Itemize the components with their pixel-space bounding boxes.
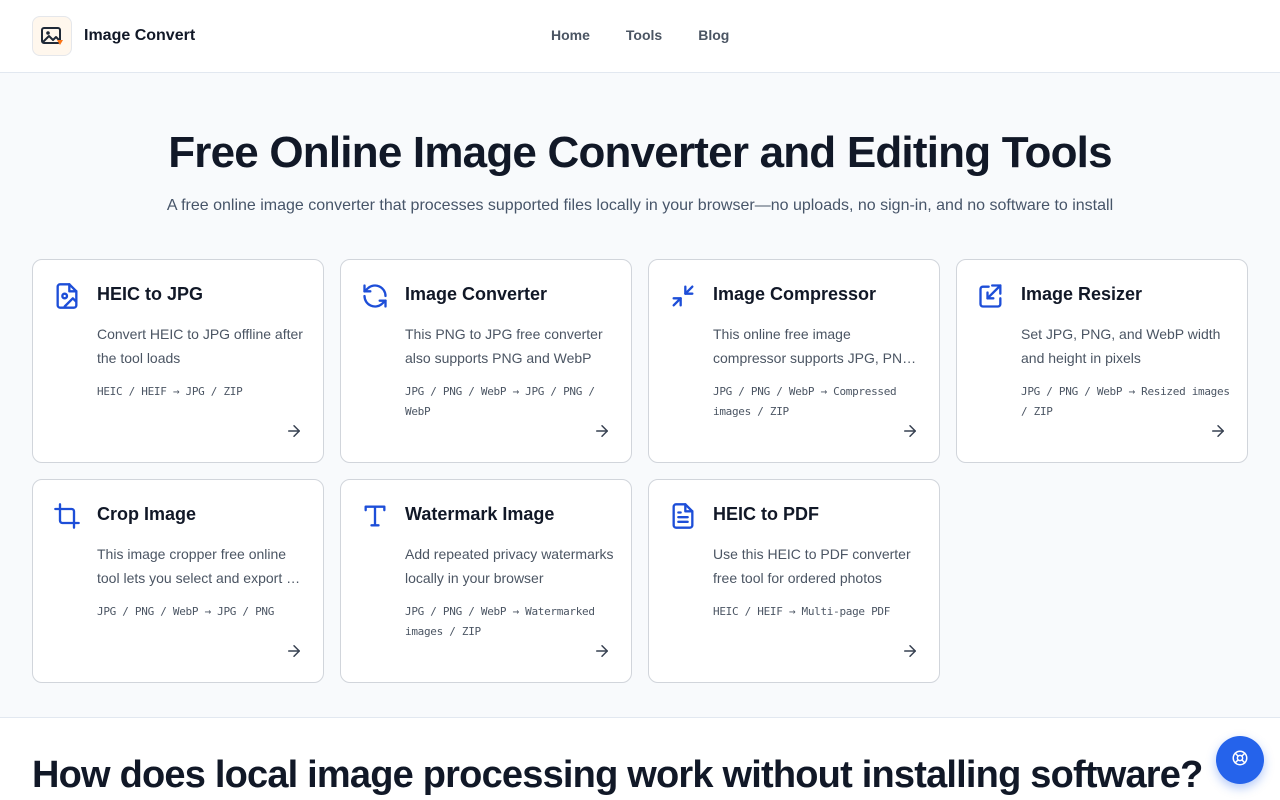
how-it-works-section: How does local image processing work wit… — [0, 717, 1280, 800]
tool-card-title: Watermark Image — [405, 504, 555, 524]
tool-card-watermark-image[interactable]: Watermark Image Add repeated privacy wat… — [340, 479, 632, 683]
file-image-icon — [53, 282, 81, 310]
nav-home-link[interactable]: Home — [551, 27, 590, 43]
lifebuoy-icon — [1231, 749, 1249, 772]
tool-card-title: Crop Image — [97, 504, 197, 524]
tool-card-formats: JPG / PNG / WebP → Compressed images / Z… — [713, 385, 897, 418]
nav-tools-link[interactable]: Tools — [626, 27, 662, 43]
arrow-right-icon — [901, 422, 919, 440]
tool-card-title: Image Converter — [405, 284, 548, 304]
image-icon — [32, 16, 72, 56]
tool-card-title: Image Compressor — [713, 284, 877, 304]
arrow-right-icon — [901, 642, 919, 660]
tool-card-description: Set JPG, PNG, and WebP width and height … — [1021, 326, 1221, 366]
tool-card-formats: JPG / PNG / WebP → Resized images / ZIP — [1021, 385, 1230, 418]
tool-card-heic-to-jpg[interactable]: HEIC to JPG Convert HEIC to JPG offline … — [32, 259, 324, 463]
tool-card-image-converter[interactable]: Image Converter This PNG to JPG free con… — [340, 259, 632, 463]
arrow-right-icon — [285, 422, 303, 440]
tool-card-formats: HEIC / HEIF → JPG / ZIP — [97, 385, 243, 398]
hero-subtitle: A free online image converter that proce… — [166, 197, 1114, 214]
tool-card-description: This PNG to JPG free converter also supp… — [405, 326, 603, 366]
tool-card-title: Image Resizer — [1021, 284, 1143, 304]
nav-blog-link[interactable]: Blog — [698, 27, 729, 43]
arrow-right-icon — [285, 642, 303, 660]
tool-card-formats: HEIC / HEIF → Multi-page PDF — [713, 605, 891, 618]
minimize-icon — [669, 282, 697, 310]
crop-icon — [53, 502, 81, 530]
tool-card-formats: JPG / PNG / WebP → JPG / PNG — [97, 605, 275, 618]
arrow-right-icon — [1209, 422, 1227, 440]
type-icon — [361, 502, 389, 530]
tool-card-title: HEIC to JPG — [97, 284, 204, 304]
tool-card-formats: JPG / PNG / WebP → Watermarked images / … — [405, 605, 595, 638]
tool-card-description: This image cropper free online tool lets… — [97, 546, 294, 586]
site-header: Image Convert Home Tools Blog — [0, 0, 1280, 73]
tool-card-image-compressor[interactable]: Image Compressor This online free image … — [648, 259, 940, 463]
help-button[interactable] — [1216, 736, 1264, 784]
section-title: How does local image processing work wit… — [32, 754, 1203, 796]
arrow-right-icon — [593, 422, 611, 440]
brand-link[interactable]: Image Convert — [32, 16, 195, 56]
brand-name: Image Convert — [84, 27, 196, 44]
file-text-icon — [669, 502, 697, 530]
tool-card-description: This online free image compressor suppor… — [713, 326, 917, 366]
tool-card-formats: JPG / PNG / WebP → JPG / PNG / WebP — [405, 385, 595, 418]
tool-card-title: HEIC to PDF — [713, 504, 819, 524]
resize-icon — [977, 282, 1005, 310]
tool-card-description: Use this HEIC to PDF converter free tool… — [713, 546, 911, 586]
tool-card-crop-image[interactable]: Crop Image This image cropper free onlin… — [32, 479, 324, 683]
hero-title: Free Online Image Converter and Editing … — [168, 128, 1112, 177]
tool-card-description: Add repeated privacy watermarks locally … — [405, 546, 614, 586]
tool-card-description: Convert HEIC to JPG offline after the to… — [97, 326, 303, 366]
refresh-icon — [361, 282, 389, 310]
main-nav: Home Tools Blog — [551, 27, 765, 43]
arrow-right-icon — [593, 642, 611, 660]
tool-card-heic-to-pdf[interactable]: HEIC to PDF Use this HEIC to PDF convert… — [648, 479, 940, 683]
tool-card-image-resizer[interactable]: Image Resizer Set JPG, PNG, and WebP wid… — [956, 259, 1248, 463]
